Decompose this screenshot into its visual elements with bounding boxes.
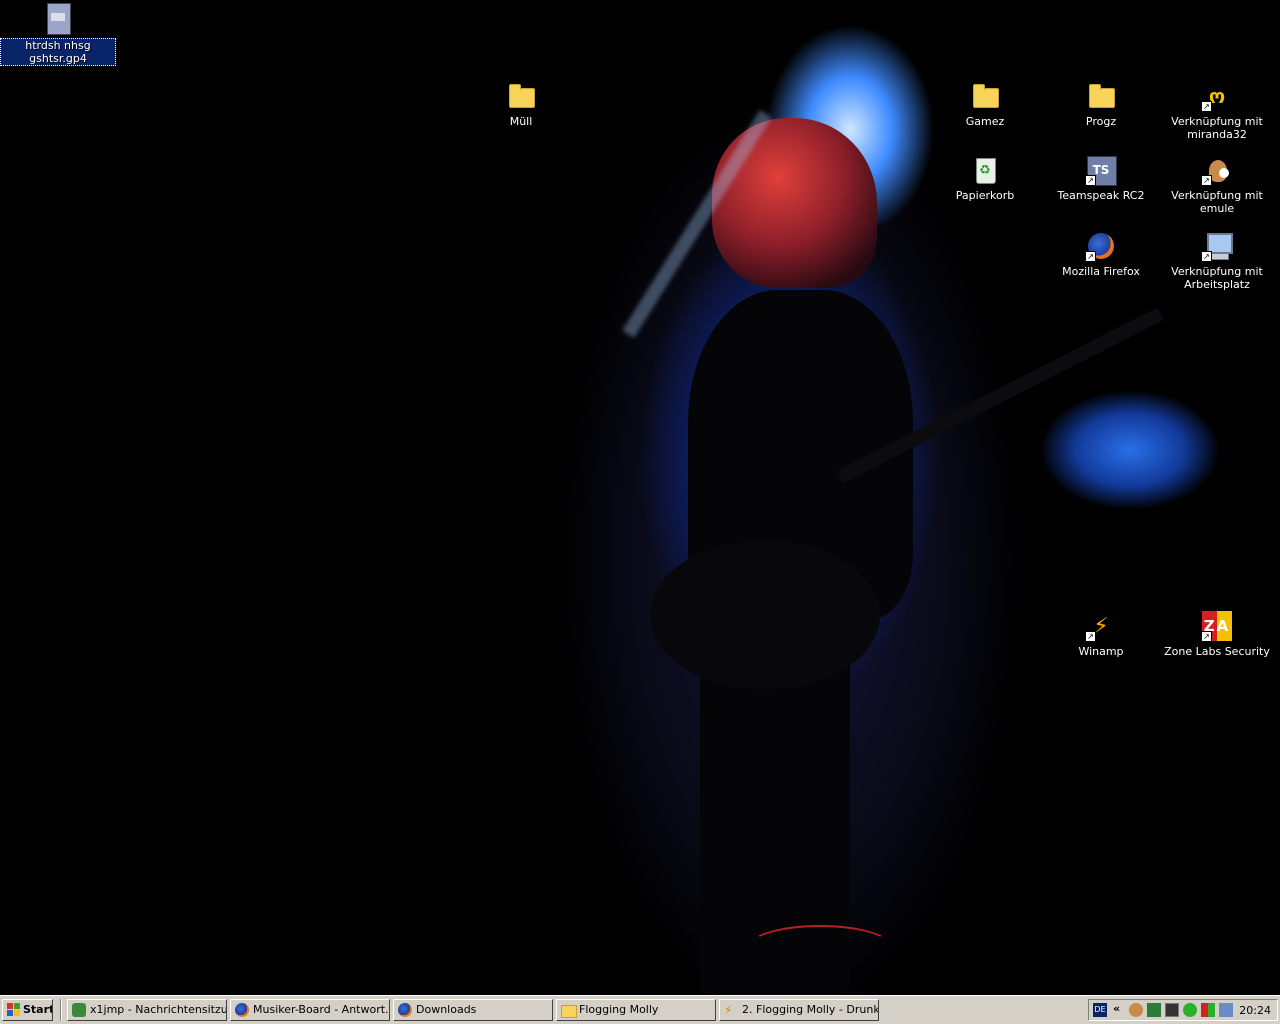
system-tray: DE « 20:24 (1088, 999, 1278, 1021)
firefox-icon (398, 1003, 412, 1017)
clock[interactable]: 20:24 (1239, 1004, 1271, 1017)
desktop-icon-arbeitsplatz[interactable]: ↗ Verknüpfung mit Arbeitsplatz (1159, 230, 1275, 291)
folder-icon (969, 80, 1001, 112)
video-file-icon (42, 3, 74, 35)
teamspeak-icon: TS ↗ (1085, 154, 1117, 186)
desktop-icon-gamez[interactable]: Gamez (927, 80, 1043, 128)
desktop-icon-video-file[interactable]: htrdsh nhsg gshtsr.gp4 (0, 3, 116, 66)
desktop-icon-label: Gamez (965, 115, 1005, 128)
zonealarm-tray-icon[interactable] (1201, 1003, 1215, 1017)
desktop-icon-progz[interactable]: Progz (1043, 80, 1159, 128)
messenger-icon (72, 1003, 86, 1017)
taskbar: Start x1jmp - Nachrichtensitzung Musiker… (0, 995, 1280, 1024)
zonealarm-icon: ZA ↗ (1201, 610, 1233, 642)
folder-icon (505, 80, 537, 112)
desktop-icon-teamspeak[interactable]: TS ↗ Teamspeak RC2 (1043, 154, 1159, 202)
steam-tray-icon[interactable] (1165, 1003, 1179, 1017)
language-indicator[interactable]: DE (1093, 1003, 1107, 1017)
connection-tray-icon[interactable] (1219, 1003, 1233, 1017)
taskbar-button-label: Musiker-Board - Antwort... (253, 1003, 390, 1016)
wallpaper-hair (712, 118, 877, 288)
miranda-icon: ო ↗ (1201, 80, 1233, 112)
emule-tray-icon[interactable] (1129, 1003, 1143, 1017)
wallpaper-guitar-body (650, 540, 880, 690)
folder-icon (561, 1005, 577, 1018)
shortcut-arrow-icon: ↗ (1085, 251, 1096, 262)
shortcut-arrow-icon: ↗ (1201, 631, 1212, 642)
taskbar-button-downloads[interactable]: Downloads (393, 999, 553, 1021)
start-label: Start (23, 1003, 53, 1016)
desktop-icon-papierkorb[interactable]: ♻ Papierkorb (927, 154, 1043, 202)
taskbar-button-nachrichtensitzung[interactable]: x1jmp - Nachrichtensitzung (67, 999, 227, 1021)
taskbar-button-label: Downloads (416, 1003, 477, 1016)
wallpaper-cable (748, 925, 892, 969)
desktop-icon-label: Teamspeak RC2 (1057, 189, 1145, 202)
show-hidden-icons-button[interactable]: « (1113, 1002, 1120, 1015)
firefox-icon: ↗ (1085, 230, 1117, 262)
taskbar-button-label: 2. Flogging Molly - Drunk... (742, 1003, 879, 1016)
firefox-icon (235, 1003, 249, 1017)
desktop-icon-winamp[interactable]: ⚡ ↗ Winamp (1043, 610, 1159, 659)
desktop-icon-label: Verknüpfung mit Arbeitsplatz (1171, 265, 1263, 291)
desktop-icon-label: Zone Labs Security (1164, 645, 1270, 658)
winamp-icon: ⚡ (724, 1003, 733, 1017)
desktop-icon-muell[interactable]: Müll (463, 80, 579, 128)
taskbar-button-winamp[interactable]: ⚡ 2. Flogging Molly - Drunk... (719, 999, 879, 1021)
desktop-icon-miranda[interactable]: ო ↗ Verknüpfung mit miranda32 (1159, 80, 1275, 141)
taskbar-button-flogging-molly-folder[interactable]: Flogging Molly (556, 999, 716, 1021)
my-computer-icon: ↗ (1201, 230, 1233, 262)
desktop[interactable]: htrdsh nhsg gshtsr.gp4 Müll Gamez Progz … (0, 0, 1280, 995)
shortcut-arrow-icon: ↗ (1085, 175, 1096, 186)
taskbar-button-musiker-board[interactable]: Musiker-Board - Antwort... (230, 999, 390, 1021)
recycle-bin-icon: ♻ (969, 154, 1001, 186)
folder-icon (1085, 80, 1117, 112)
start-button[interactable]: Start (2, 999, 53, 1021)
emule-icon: ↗ (1201, 154, 1233, 186)
desktop-icon-emule[interactable]: ↗ Verknüpfung mit emule (1159, 154, 1275, 215)
desktop-icon-zonealarm[interactable]: ZA ↗ Zone Labs Security (1159, 610, 1275, 658)
desktop-icon-label: Mozilla Firefox (1062, 265, 1140, 278)
shortcut-arrow-icon: ↗ (1085, 631, 1096, 642)
security-tray-icon[interactable] (1183, 1003, 1197, 1017)
desktop-icon-label: Papierkorb (955, 189, 1015, 202)
desktop-icon-label: Progz (1085, 115, 1117, 128)
desktop-icon-label: Verknüpfung mit miranda32 (1171, 115, 1263, 141)
desktop-icon-label: Verknüpfung mit emule (1171, 189, 1263, 215)
shortcut-arrow-icon: ↗ (1201, 175, 1212, 186)
network-tray-icon[interactable] (1147, 1003, 1161, 1017)
windows-logo-icon (7, 1003, 21, 1017)
shortcut-arrow-icon: ↗ (1201, 101, 1212, 112)
desktop-icon-label: htrdsh nhsg gshtsr.gp4 (0, 38, 116, 66)
desktop-icon-label: Müll (509, 115, 533, 128)
desktop-icon-label: Winamp (1078, 645, 1124, 658)
taskbar-button-label: x1jmp - Nachrichtensitzung (90, 1003, 227, 1016)
taskbar-separator (60, 999, 62, 1021)
taskbar-button-label: Flogging Molly (579, 1003, 659, 1016)
desktop-icon-firefox[interactable]: ↗ Mozilla Firefox (1043, 230, 1159, 278)
shortcut-arrow-icon: ↗ (1201, 251, 1212, 262)
winamp-icon: ⚡ ↗ (1085, 610, 1117, 642)
